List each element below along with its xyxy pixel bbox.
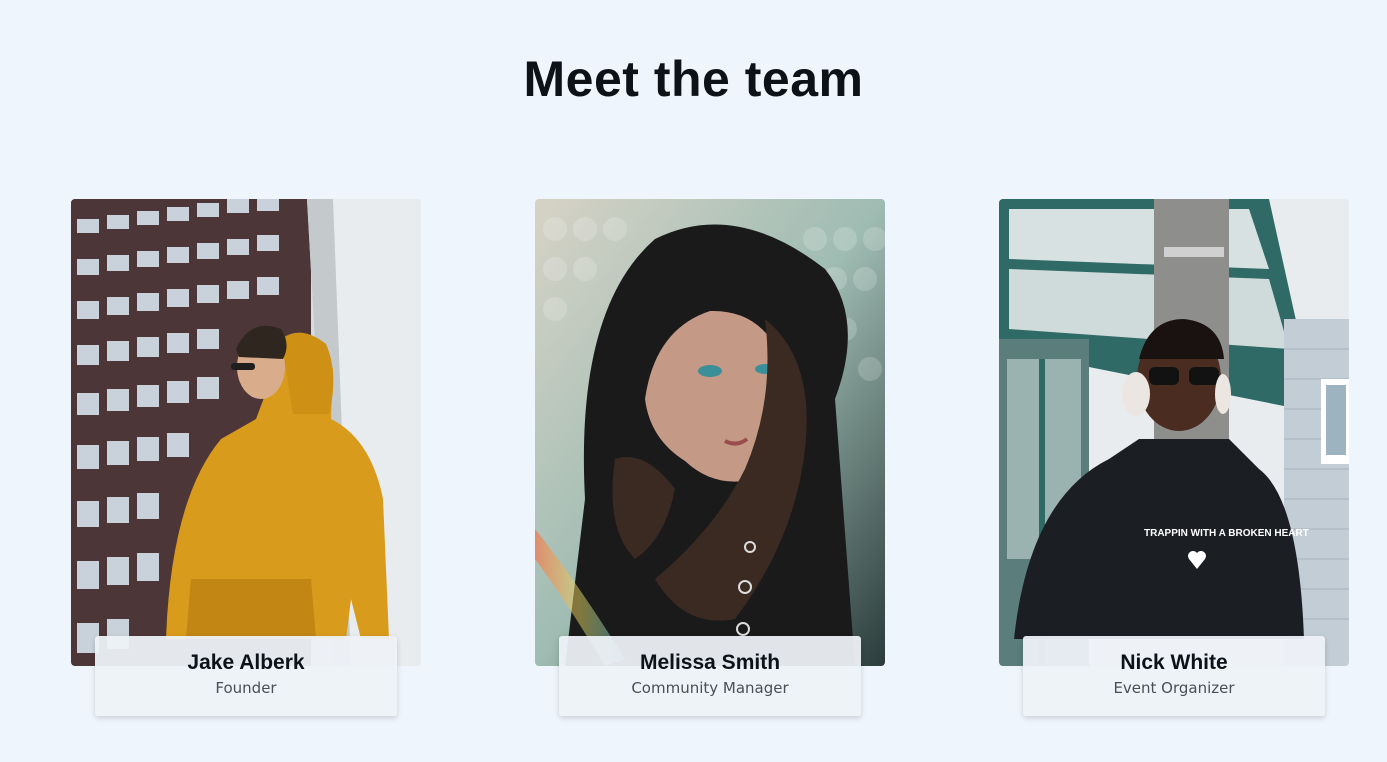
team-photo-nick: TRAPPIN WITH A BROKEN HEART bbox=[999, 199, 1349, 666]
team-member-role: Community Manager bbox=[631, 679, 789, 697]
team-member-name: Jake Alberk bbox=[187, 651, 305, 674]
team-caption: Nick White Event Organizer bbox=[1023, 636, 1325, 716]
team-photo-jake bbox=[71, 199, 421, 666]
team-card-jake[interactable]: Jake Alberk Founder bbox=[71, 199, 421, 716]
team-member-name: Melissa Smith bbox=[639, 651, 781, 674]
team-caption: Jake Alberk Founder bbox=[95, 636, 397, 716]
team-member-name: Nick White bbox=[1120, 651, 1228, 674]
team-card-nick[interactable]: TRAPPIN WITH A BROKEN HEART Nick White E… bbox=[999, 199, 1349, 716]
hoodie-print-text: TRAPPIN WITH A BROKEN HEART bbox=[1144, 528, 1309, 539]
team-caption: Melissa Smith Community Manager bbox=[559, 636, 861, 716]
team-card-melissa[interactable]: Melissa Smith Community Manager bbox=[535, 199, 885, 716]
page-title: Meet the team bbox=[523, 51, 864, 107]
team-photo-melissa bbox=[535, 199, 885, 666]
team-member-role: Event Organizer bbox=[1113, 679, 1235, 697]
team-member-role: Founder bbox=[215, 679, 277, 697]
